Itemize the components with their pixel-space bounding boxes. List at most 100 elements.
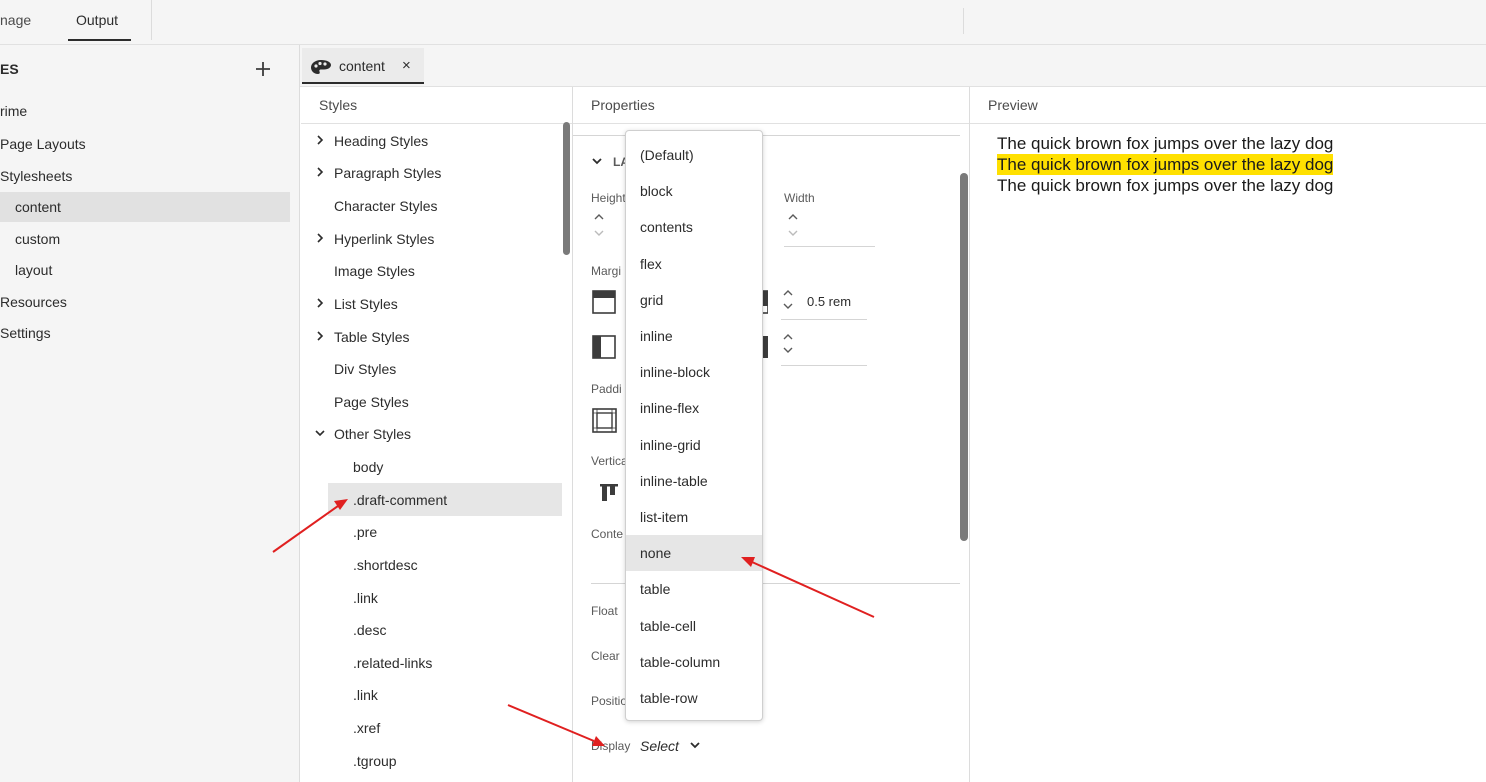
style-item-pre[interactable]: .pre	[353, 524, 377, 540]
dropdown-option-inline-flex[interactable]: inline-flex	[626, 390, 762, 426]
padding-label: Paddi	[591, 382, 622, 396]
chevron-right-icon[interactable]	[315, 135, 325, 145]
width-field-underline	[784, 246, 875, 247]
top-bar: nage Output	[0, 0, 1486, 45]
style-group-table[interactable]: Table Styles	[334, 329, 409, 345]
margin-stepper[interactable]	[782, 289, 794, 311]
style-item-draft-comment[interactable]: .draft-comment	[353, 492, 447, 508]
styles-scrollbar[interactable]	[563, 122, 570, 255]
preview-text-line-highlighted: The quick brown fox jumps over the lazy …	[997, 154, 1334, 175]
editor-tab-content[interactable]: content ×	[302, 48, 424, 84]
sidebar-item-stylesheets[interactable]: Stylesheets	[0, 161, 72, 191]
style-item-link[interactable]: .link	[353, 687, 378, 703]
dropdown-option-inline[interactable]: inline	[626, 318, 762, 354]
style-item-desc[interactable]: .desc	[353, 622, 386, 638]
clear-label: Clear	[591, 649, 620, 663]
style-item-body[interactable]: body	[353, 459, 383, 475]
align-top-icon[interactable]	[600, 484, 620, 502]
sidebar-item-custom[interactable]: custom	[15, 224, 60, 254]
dropdown-option-inline-block[interactable]: inline-block	[626, 354, 762, 390]
dropdown-option-none[interactable]: none	[626, 535, 762, 571]
chevron-right-icon[interactable]	[315, 167, 325, 177]
style-group-other[interactable]: Other Styles	[334, 426, 411, 442]
chevron-down-icon[interactable]	[689, 741, 701, 751]
float-label: Float	[591, 604, 618, 618]
sidebar-item-layout[interactable]: layout	[15, 255, 52, 285]
style-group-image[interactable]: Image Styles	[334, 263, 415, 279]
toolbar-divider	[963, 8, 964, 34]
chevron-down-icon[interactable]	[315, 428, 325, 438]
margin-value[interactable]: 0.5 rem	[807, 294, 851, 309]
sidebar-item-resources[interactable]: Resources	[0, 287, 67, 317]
tab-output-indicator	[68, 39, 131, 41]
tab-divider	[151, 0, 152, 40]
content-label: Conte	[591, 527, 624, 541]
chevron-right-icon[interactable]	[315, 233, 325, 243]
dropdown-option-table-cell[interactable]: table-cell	[626, 608, 762, 644]
style-group-page[interactable]: Page Styles	[334, 394, 409, 410]
height-stepper[interactable]	[593, 213, 605, 239]
preview-panel-header: Preview	[970, 87, 1486, 124]
style-group-hyperlink[interactable]: Hyperlink Styles	[334, 231, 434, 247]
dropdown-option-default[interactable]: (Default)	[626, 137, 762, 173]
dropdown-option-inline-table[interactable]: inline-table	[626, 463, 762, 499]
tab-output[interactable]: Output	[76, 12, 118, 28]
height-label: Height	[591, 191, 626, 205]
palette-icon	[310, 58, 332, 76]
tab-manage[interactable]: nage	[0, 12, 31, 28]
display-select[interactable]: Select	[640, 738, 679, 754]
style-group-div[interactable]: Div Styles	[334, 361, 396, 377]
margin-field-underline	[781, 365, 867, 366]
sidebar-item-settings[interactable]: Settings	[0, 318, 51, 348]
styles-panel-title: Styles	[319, 97, 358, 113]
add-icon[interactable]	[253, 59, 273, 79]
editor-tab-label: content	[339, 58, 385, 74]
dropdown-option-flex[interactable]: flex	[626, 246, 762, 282]
style-group-paragraph[interactable]: Paragraph Styles	[334, 165, 441, 181]
panel-divider	[572, 87, 573, 782]
dropdown-option-grid[interactable]: grid	[626, 282, 762, 318]
margin-stepper[interactable]	[782, 333, 794, 355]
dropdown-option-contents[interactable]: contents	[626, 209, 762, 245]
dropdown-option-table-row[interactable]: table-row	[626, 680, 762, 716]
width-label: Width	[784, 191, 815, 205]
display-label: Display	[591, 739, 631, 753]
sidebar-title: ES	[0, 61, 19, 77]
margin-field-underline	[781, 319, 867, 320]
style-item-related-links[interactable]: .related-links	[353, 655, 432, 671]
sidebar-item-page-layouts[interactable]: Page Layouts	[0, 129, 86, 159]
chevron-down-icon[interactable]	[591, 155, 603, 167]
width-stepper[interactable]	[787, 213, 799, 239]
padding-icon[interactable]	[592, 408, 617, 433]
sidebar-item-prime[interactable]: rime	[0, 96, 27, 126]
style-group-character[interactable]: Character Styles	[334, 198, 437, 214]
close-icon[interactable]: ×	[402, 57, 411, 74]
styles-panel-header: Styles	[301, 87, 572, 124]
dropdown-option-block[interactable]: block	[626, 173, 762, 209]
chevron-right-icon[interactable]	[315, 331, 325, 341]
style-item-link[interactable]: .link	[353, 590, 378, 606]
style-item-xref[interactable]: .xref	[353, 720, 380, 736]
editor-tab-strip: content ×	[300, 45, 1486, 87]
sidebar-item-label: content	[15, 199, 61, 215]
properties-panel-header: Properties	[573, 87, 969, 124]
preview-text-line: The quick brown fox jumps over the lazy …	[997, 176, 1334, 195]
style-group-list[interactable]: List Styles	[334, 296, 398, 312]
dropdown-option-table[interactable]: table	[626, 571, 762, 607]
dropdown-option-list-item[interactable]: list-item	[626, 499, 762, 535]
properties-scrollbar[interactable]	[960, 173, 968, 541]
chevron-right-icon[interactable]	[315, 298, 325, 308]
margin-left-icon[interactable]	[592, 335, 616, 359]
position-label: Positio	[591, 694, 628, 708]
display-dropdown-menu: (Default) block contents flex grid inlin…	[625, 130, 763, 721]
style-item-shortdesc[interactable]: .shortdesc	[353, 557, 418, 573]
style-item-tgroup[interactable]: .tgroup	[353, 753, 397, 769]
margin-label: Margi	[591, 264, 622, 278]
preview-panel-title: Preview	[988, 97, 1038, 113]
dropdown-option-inline-grid[interactable]: inline-grid	[626, 427, 762, 463]
margin-top-icon[interactable]	[592, 290, 616, 314]
style-group-heading[interactable]: Heading Styles	[334, 133, 428, 149]
dropdown-option-table-column[interactable]: table-column	[626, 644, 762, 680]
vertical-align-label: Vertica	[591, 454, 628, 468]
sidebar-item-content[interactable]: content	[0, 192, 290, 222]
